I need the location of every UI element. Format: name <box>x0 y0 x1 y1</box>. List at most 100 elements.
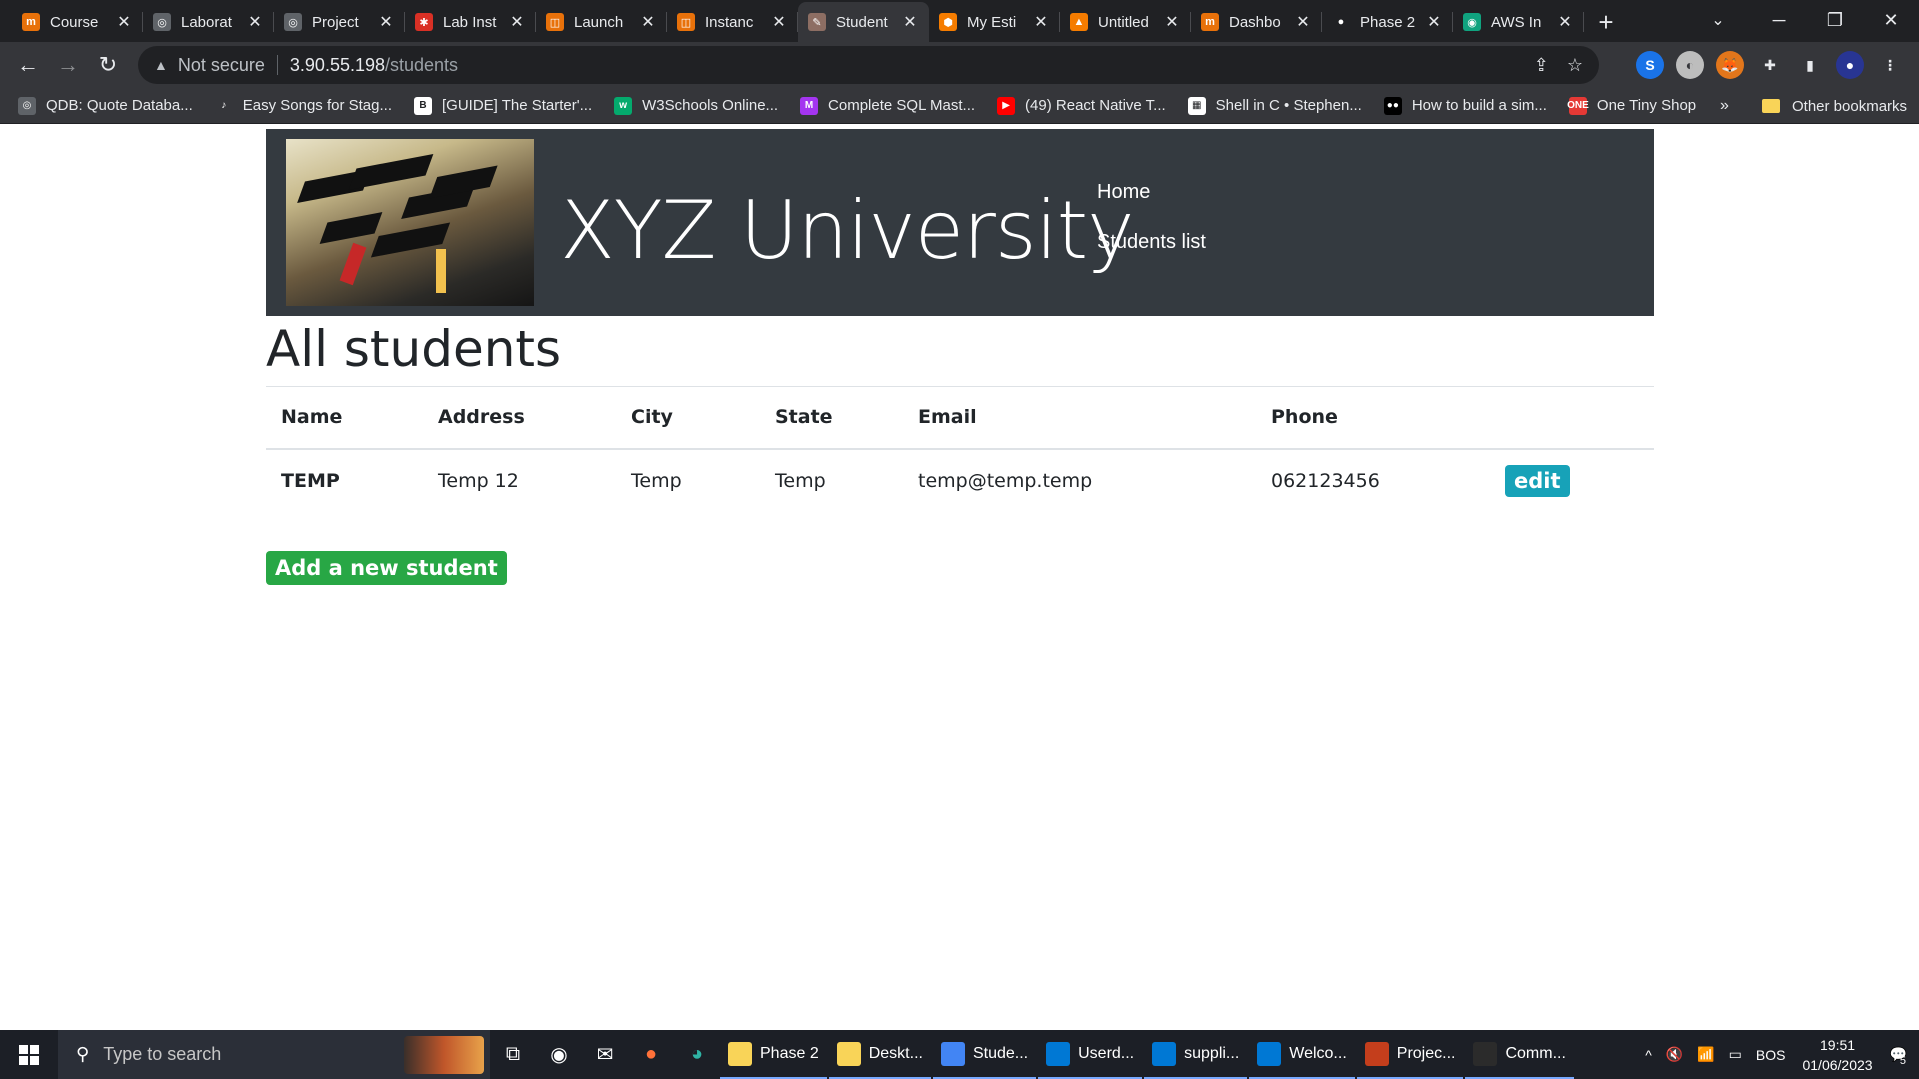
notifications-icon[interactable]: 💬 5 <box>1890 1046 1907 1067</box>
nav-link-home[interactable]: Home <box>1097 181 1206 231</box>
volume-muted-icon[interactable]: 🔇 <box>1666 1046 1683 1063</box>
taskbar-app-button[interactable]: Deskt... <box>828 1030 931 1079</box>
browser-tab[interactable]: ▲ Untitled ✕ <box>1060 2 1191 42</box>
side-panel-icon[interactable]: ▮ <box>1796 51 1824 79</box>
back-arrow-icon[interactable]: ← <box>8 45 48 85</box>
bookmark-item[interactable]: B [GUIDE] The Starter'... <box>414 96 592 115</box>
browser-tab[interactable]: m Dashbo ✕ <box>1191 2 1322 42</box>
browser-tab[interactable]: ● Phase 2 ✕ <box>1322 2 1453 42</box>
app-circle-icon[interactable]: ◉ <box>536 1030 582 1079</box>
tab-close-icon[interactable]: ✕ <box>1032 12 1050 32</box>
task-view-icon[interactable]: ⧉ <box>490 1030 536 1079</box>
tab-close-icon[interactable]: ✕ <box>1294 12 1312 32</box>
browser-tab[interactable]: ◎ Laborat ✕ <box>143 2 274 42</box>
tab-close-icon[interactable]: ✕ <box>639 12 657 32</box>
browser-tab[interactable]: ◉ AWS In ✕ <box>1453 2 1584 42</box>
clock[interactable]: 19:51 01/06/2023 <box>1802 1035 1872 1075</box>
tab-close-icon[interactable]: ✕ <box>901 12 919 32</box>
taskbar-app-icon <box>940 1041 965 1066</box>
bookmark-item[interactable]: M Complete SQL Mast... <box>800 96 975 115</box>
taskbar-app-button[interactable]: Comm... <box>1465 1030 1574 1079</box>
extensions-area: S ◐ 🦊 ✚ ▮ ● ⋮ <box>1636 48 1904 82</box>
browser-tab[interactable]: ✎ Student ✕ <box>798 2 929 42</box>
extension-blue-icon[interactable]: S <box>1636 51 1664 79</box>
mail-icon[interactable]: ✉ <box>582 1030 628 1079</box>
tab-close-icon[interactable]: ✕ <box>770 12 788 32</box>
minimize-icon[interactable]: ─ <box>1751 0 1807 40</box>
puzzle-extensions-icon[interactable]: ✚ <box>1756 51 1784 79</box>
windows-start-button[interactable] <box>0 1030 58 1079</box>
taskbar-app-label: Stude... <box>972 1044 1029 1062</box>
tab-favicon-icon: ◎ <box>153 13 171 31</box>
browser-tab[interactable]: m Course ✕ <box>12 2 143 42</box>
profile-avatar[interactable]: ● <box>1836 51 1864 79</box>
bookmark-item[interactable]: ♪ Easy Songs for Stag... <box>214 96 392 115</box>
taskbar-app-button[interactable]: Projec... <box>1356 1030 1464 1079</box>
tray-chevron-icon[interactable]: ^ <box>1645 1047 1652 1063</box>
tab-close-icon[interactable]: ✕ <box>1163 12 1181 32</box>
cell-city: Temp <box>616 448 760 513</box>
taskbar-app-label: suppli... <box>1184 1044 1240 1062</box>
taskbar-app-button[interactable]: suppli... <box>1144 1030 1248 1079</box>
folder-icon <box>1762 99 1780 113</box>
tab-favicon-icon: m <box>22 13 40 31</box>
nav-link-students-list[interactable]: Students list <box>1097 231 1206 281</box>
extension-grey-icon[interactable]: ◐ <box>1676 51 1704 79</box>
tab-close-icon[interactable]: ✕ <box>377 12 395 32</box>
cell-name: TEMP <box>266 448 423 513</box>
tab-close-icon[interactable]: ✕ <box>1425 12 1443 32</box>
firefox-icon[interactable]: ● <box>628 1030 674 1079</box>
taskbar-app-label: Phase 2 <box>760 1044 819 1062</box>
bookmark-favicon-icon: ▦ <box>1187 96 1206 115</box>
taskbar-app-button[interactable]: Phase 2 <box>720 1030 827 1079</box>
other-bookmarks-folder[interactable]: Other bookmarks <box>1762 88 1907 124</box>
bookmark-item[interactable]: ▶ (49) React Native T... <box>997 96 1166 115</box>
bookmark-item[interactable]: ONE One Tiny Shop <box>1567 96 1696 115</box>
edge-icon[interactable]: ◕ <box>674 1030 720 1079</box>
edit-button[interactable]: edit <box>1505 465 1570 497</box>
table-row: TEMP Temp 12 Temp Temp temp@temp.temp 06… <box>266 448 1654 513</box>
bookmark-item[interactable]: ●● How to build a sim... <box>1383 96 1547 115</box>
bookmark-list: ◎ QDB: Quote Databa... ♪ Easy Songs for Sta… <box>18 96 1718 115</box>
browser-tab[interactable]: ◫ Launch ✕ <box>536 2 667 42</box>
new-tab-button[interactable]: + <box>1584 2 1628 42</box>
tab-close-icon[interactable]: ✕ <box>115 12 133 32</box>
share-icon[interactable]: ⇪ <box>1534 55 1549 76</box>
taskbar-app-button[interactable]: Welco... <box>1249 1030 1355 1079</box>
tab-close-icon[interactable]: ✕ <box>1556 12 1574 32</box>
bookmark-favicon-icon: ●● <box>1383 96 1402 115</box>
address-bar[interactable]: ▲ Not secure 3.90.55.198/students ⇪ ☆ <box>138 46 1599 84</box>
tab-close-icon[interactable]: ✕ <box>246 12 264 32</box>
taskbar-app-button[interactable]: Userd... <box>1038 1030 1143 1079</box>
students-table: Name Address City State Email Phone TEMP… <box>266 386 1654 513</box>
tab-favicon-icon: ◉ <box>1463 13 1481 31</box>
browser-tab[interactable]: ◫ Instanc ✕ <box>667 2 798 42</box>
close-window-icon[interactable]: ✕ <box>1863 0 1919 40</box>
taskbar-app-button[interactable]: Stude... <box>932 1030 1037 1079</box>
taskbar-app-icon <box>836 1041 861 1066</box>
bookmark-item[interactable]: ◎ QDB: Quote Databa... <box>18 96 193 115</box>
forward-arrow-icon[interactable]: → <box>48 45 88 85</box>
bookmark-star-icon[interactable]: ☆ <box>1567 55 1583 76</box>
clock-date: 01/06/2023 <box>1802 1056 1873 1073</box>
bookmarks-overflow-button[interactable]: » <box>1720 88 1729 124</box>
kebab-menu-icon[interactable]: ⋮ <box>1876 51 1904 79</box>
metamask-fox-icon[interactable]: 🦊 <box>1716 51 1744 79</box>
column-header-name: Name <box>266 386 423 450</box>
network-icon[interactable]: 📶 <box>1697 1046 1714 1063</box>
window-controls: ─ ❐ ✕ <box>1751 0 1919 40</box>
search-highlight-image <box>404 1036 484 1074</box>
add-student-button[interactable]: Add a new student <box>266 551 507 585</box>
tab-close-icon[interactable]: ✕ <box>508 12 526 32</box>
tab-search-chevron-icon[interactable]: ⌄ <box>1702 6 1734 34</box>
language-indicator[interactable]: BOS <box>1756 1047 1786 1063</box>
bookmark-item[interactable]: w W3Schools Online... <box>614 96 778 115</box>
taskbar-search-box[interactable]: ⚲ Type to search <box>58 1030 490 1079</box>
battery-icon[interactable]: ▭ <box>1729 1046 1742 1063</box>
bookmark-item[interactable]: ▦ Shell in C • Stephen... <box>1187 96 1362 115</box>
browser-tab[interactable]: ◎ Project ✕ <box>274 2 405 42</box>
browser-tab[interactable]: ⬢ My Esti ✕ <box>929 2 1060 42</box>
restore-icon[interactable]: ❐ <box>1807 0 1863 40</box>
browser-tab[interactable]: ✱ Lab Inst ✕ <box>405 2 536 42</box>
reload-icon[interactable]: ↻ <box>88 45 128 85</box>
